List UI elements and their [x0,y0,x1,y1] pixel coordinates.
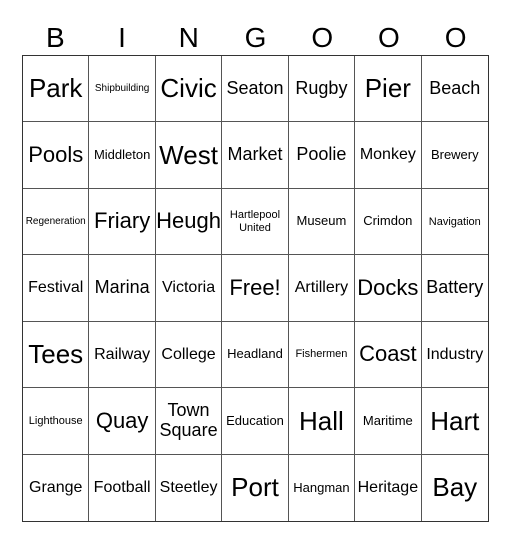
bingo-board: Park Shipbuilding Civic Seaton Rugby Pie… [22,55,489,522]
bingo-cell[interactable]: Lighthouse [23,388,90,455]
bingo-cell[interactable]: Bay [422,455,488,521]
bingo-cell[interactable]: Hartlepool United [222,188,289,256]
bingo-cell[interactable]: Shipbuilding [89,56,156,123]
bingo-cell[interactable]: Crimdon [355,188,422,256]
bingo-cell[interactable]: Regeneration [23,188,90,256]
header-letter-b: B [46,22,65,53]
bingo-cell[interactable]: Docks [355,255,422,322]
bingo-cell[interactable]: Battery [421,255,488,322]
header-letter-g: G [244,22,267,53]
bingo-cell[interactable]: Museum [288,188,356,256]
bingo-cell[interactable]: West [155,122,223,189]
bingo-cell[interactable]: Pools [23,122,90,189]
bingo-cell[interactable]: Victoria [155,255,223,322]
bingo-cell[interactable]: Hangman [289,454,356,521]
bingo-cell[interactable]: Civic [155,56,223,123]
bingo-cell[interactable]: Industry [421,322,488,389]
bingo-cell[interactable]: Artillery [288,255,356,322]
bingo-cell[interactable]: Market [222,122,289,189]
header-letter-i: I [118,22,126,53]
header-letter-o: O [311,22,334,53]
bingo-cell[interactable]: Hart [421,388,488,455]
bingo-cell[interactable]: Seaton [222,56,289,123]
bingo-cell[interactable]: Friary [89,188,156,256]
bingo-cell[interactable]: Poolie [288,122,356,189]
bingo-cell[interactable]: Marina [89,255,156,322]
bingo-cell[interactable]: Rugby [288,56,356,123]
bingo-cell[interactable]: Fishermen [288,321,356,389]
header-letter-o: O [378,22,400,53]
bingo-cell[interactable]: Pier [355,56,422,123]
bingo-cell[interactable]: Town Square [155,388,223,455]
bingo-cell[interactable]: Heugh [155,188,223,256]
bingo-cell[interactable]: Maritime [355,388,422,455]
header-letter-o: O [444,22,467,53]
bingo-cell[interactable]: Railway [89,321,156,389]
header-letter-n: N [178,22,199,53]
bingo-cell[interactable]: Park [23,56,90,123]
bingo-cell[interactable]: Brewery [421,122,488,189]
bingo-cell[interactable]: Free! [222,255,289,322]
bingo-cell[interactable]: Monkey [355,122,422,189]
bingo-cell[interactable]: Beach [421,56,488,123]
bingo-cell[interactable]: Coast [355,321,422,389]
bingo-cell[interactable]: Steetley [156,454,223,521]
bingo-cell[interactable]: Grange [23,454,90,521]
bingo-cell[interactable]: Middleton [89,122,156,189]
bingo-cell[interactable]: Tees [23,321,90,389]
bingo-cell[interactable]: Quay [89,388,156,455]
bingo-cell[interactable]: Education [222,388,289,455]
bingo-cell[interactable]: Football [89,454,156,521]
bingo-header: B I N G O O O [22,20,489,56]
bingo-cell[interactable]: Hall [288,388,356,455]
bingo-cell[interactable]: Festival [23,255,90,322]
bingo-cell[interactable]: Navigation [421,189,488,256]
bingo-cell[interactable]: Port [222,454,289,521]
bingo-cell[interactable]: Heritage [355,454,422,521]
bingo-cell[interactable]: College [155,321,223,389]
bingo-cell[interactable]: Headland [222,321,289,389]
